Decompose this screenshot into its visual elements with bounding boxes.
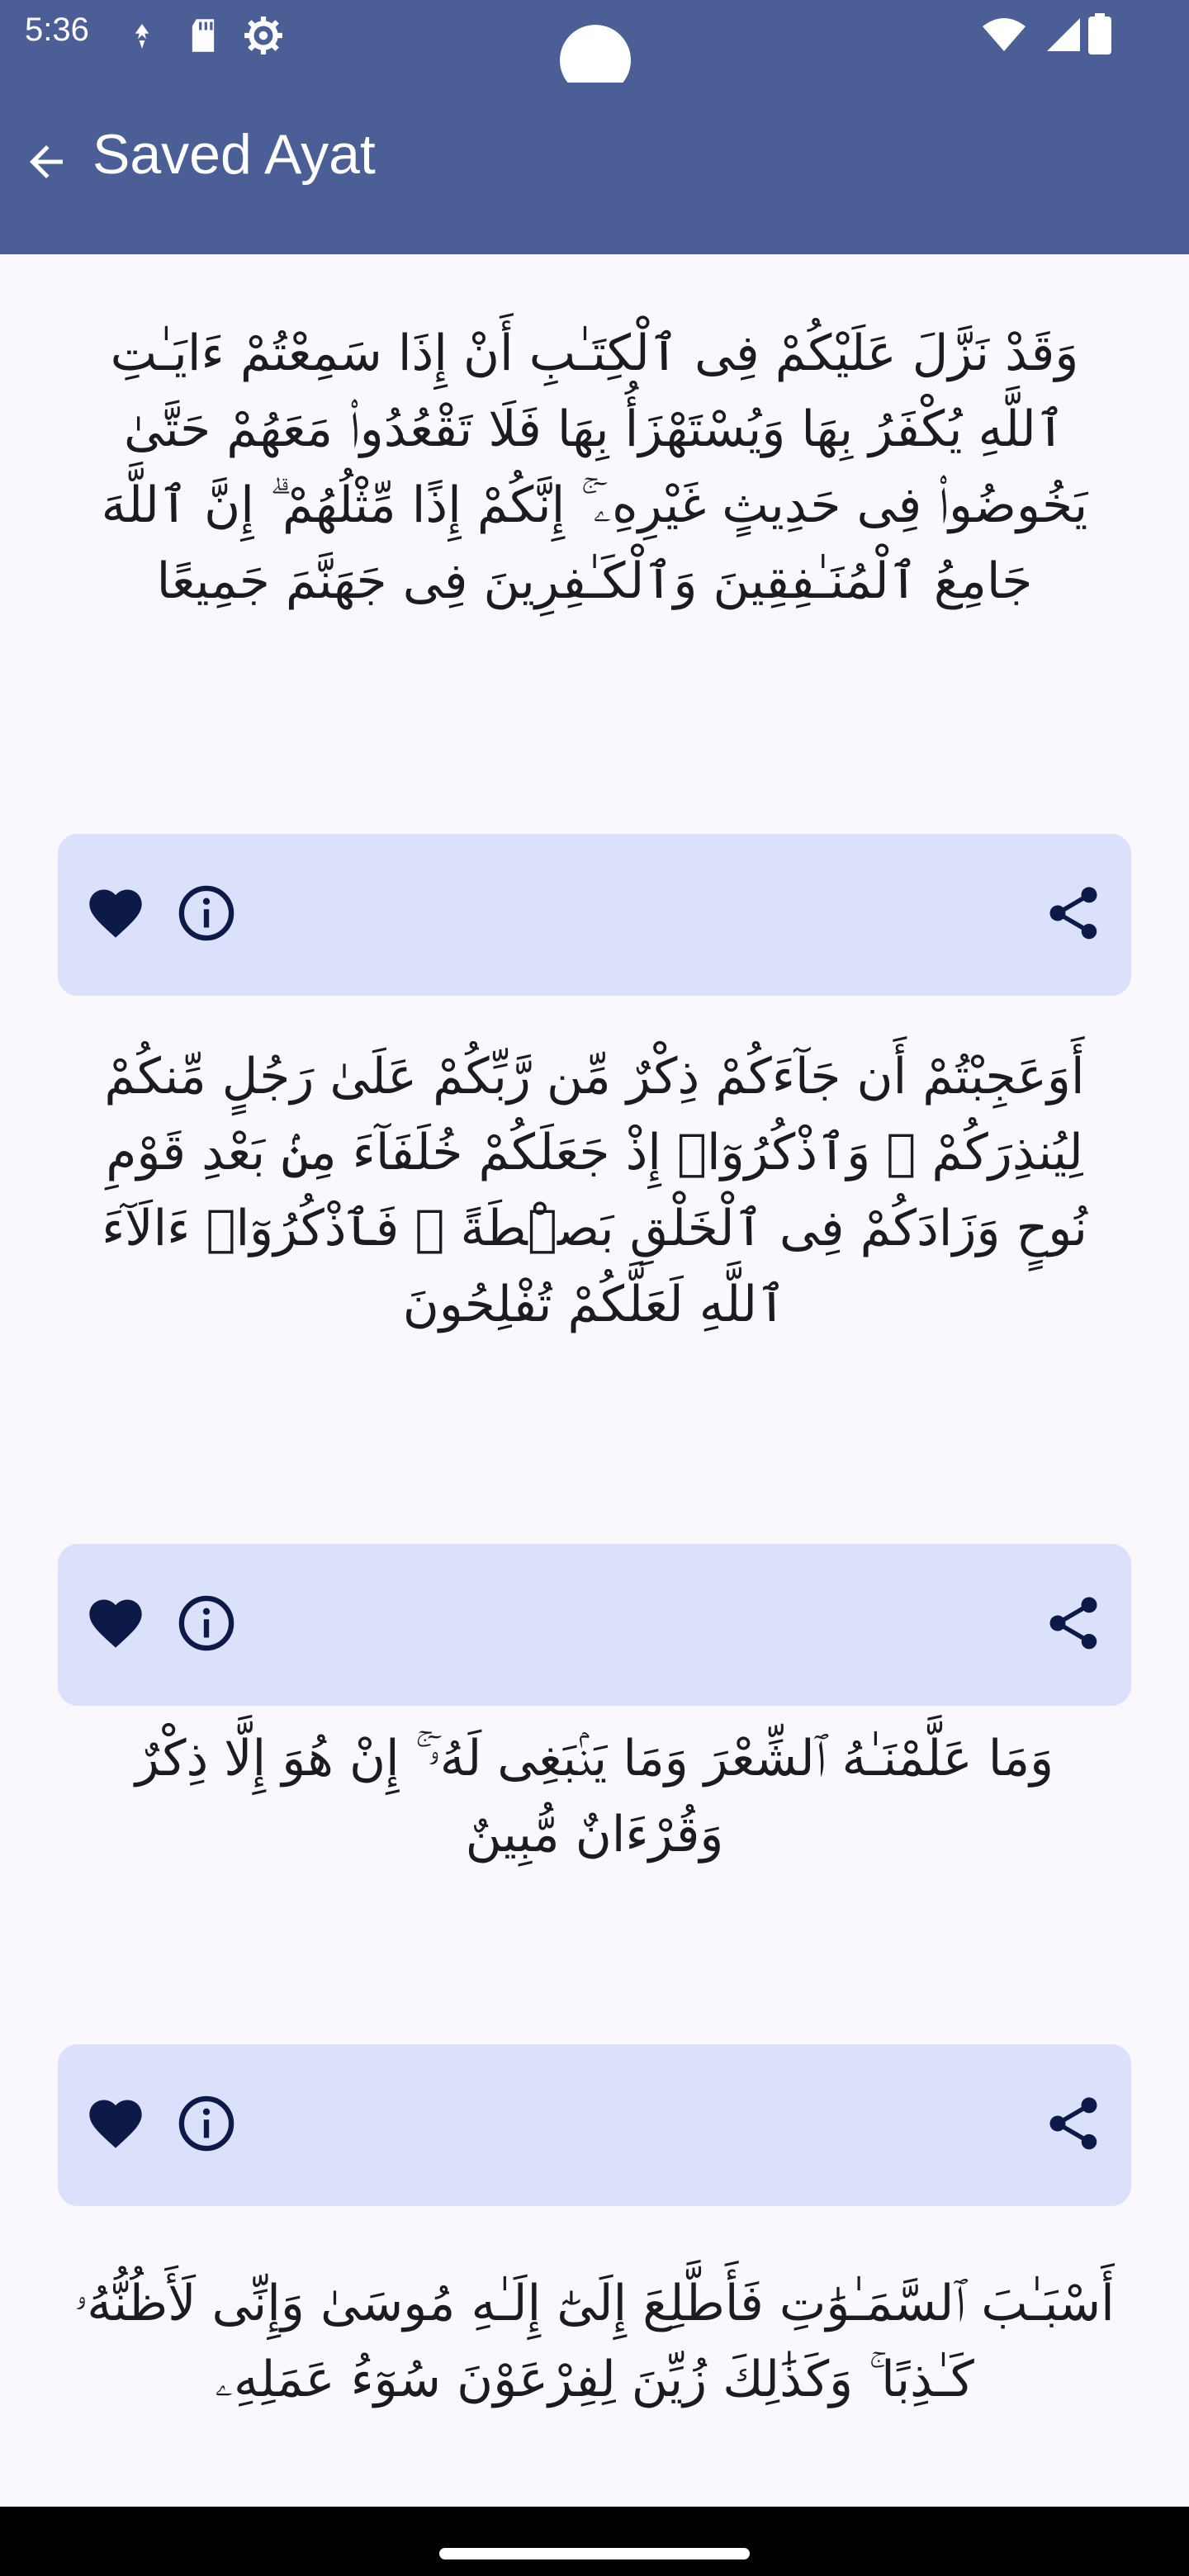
cellular-signal-icon xyxy=(1045,17,1082,56)
info-button[interactable] xyxy=(170,878,243,951)
back-button[interactable] xyxy=(13,130,79,197)
info-icon xyxy=(175,1592,238,1658)
ayah-item: وَمَا عَلَّمْنَـٰهُ ٱلشِّعْرَ وَمَا يَنۢ… xyxy=(0,1688,1189,2208)
ayah-actions-card xyxy=(58,1544,1131,1706)
battery-icon xyxy=(1088,13,1111,58)
info-icon xyxy=(175,882,238,948)
heart-icon xyxy=(84,1592,147,1658)
info-button[interactable] xyxy=(170,2089,243,2162)
ayah-item: أَوَعَجِبْتُمْ أَن جَآءَكُمْ ذِكْرٌ مِّن… xyxy=(0,1002,1189,1706)
arrow-back-icon xyxy=(21,137,71,190)
wifi-icon xyxy=(981,17,1027,56)
data-saver-icon xyxy=(126,18,159,58)
ayah-actions-card xyxy=(58,2044,1131,2206)
ayah-item: أَسْبَـٰبَ ٱلسَّمَـٰوَٰتِ فَأَطَّلِعَ إِ… xyxy=(0,2208,1189,2538)
ayah-text: وَقَدْ نَزَّلَ عَلَيْكُمْ فِى ٱلْكِتَـٰب… xyxy=(101,324,1088,610)
ayah-text: أَسْبَـٰبَ ٱلسَّمَـٰوَٰتِ فَأَطَّلِعَ إِ… xyxy=(74,2275,1115,2408)
page-title: Saved Ayat xyxy=(92,123,376,186)
share-button[interactable] xyxy=(1037,878,1110,951)
ayah-text: أَوَعَجِبْتُمْ أَن جَآءَكُمْ ذِكْرٌ مِّن… xyxy=(102,1048,1087,1333)
ayah-text: وَمَا عَلَّمْنَـٰهُ ٱلشِّعْرَ وَمَا يَنۢ… xyxy=(135,1730,1054,1863)
home-gesture-handle[interactable] xyxy=(439,2548,750,2559)
favorite-button[interactable] xyxy=(79,2089,152,2162)
info-button[interactable] xyxy=(170,1589,243,1661)
favorite-button[interactable] xyxy=(79,1589,152,1661)
share-icon xyxy=(1042,2092,1105,2158)
favorite-button[interactable] xyxy=(79,878,152,951)
heart-icon xyxy=(84,882,147,948)
share-icon xyxy=(1042,882,1105,948)
ayah-item: وَقَدْ نَزَّلَ عَلَيْكُمْ فِى ٱلْكِتَـٰب… xyxy=(0,254,1189,1002)
heart-icon xyxy=(84,2092,147,2158)
info-icon xyxy=(175,2092,238,2158)
app-bar: Saved Ayat xyxy=(0,83,1189,254)
system-navigation-bar xyxy=(0,2507,1189,2576)
status-time: 5:36 xyxy=(25,12,89,48)
share-icon xyxy=(1042,1592,1105,1658)
settings-icon xyxy=(243,15,284,59)
share-button[interactable] xyxy=(1037,2089,1110,2162)
ayah-actions-card xyxy=(58,834,1131,996)
share-button[interactable] xyxy=(1037,1589,1110,1661)
saved-ayat-list[interactable]: وَقَدْ نَزَّلَ عَلَيْكُمْ فِى ٱلْكِتَـٰب… xyxy=(0,254,1189,2538)
sd-card-icon xyxy=(187,17,220,58)
